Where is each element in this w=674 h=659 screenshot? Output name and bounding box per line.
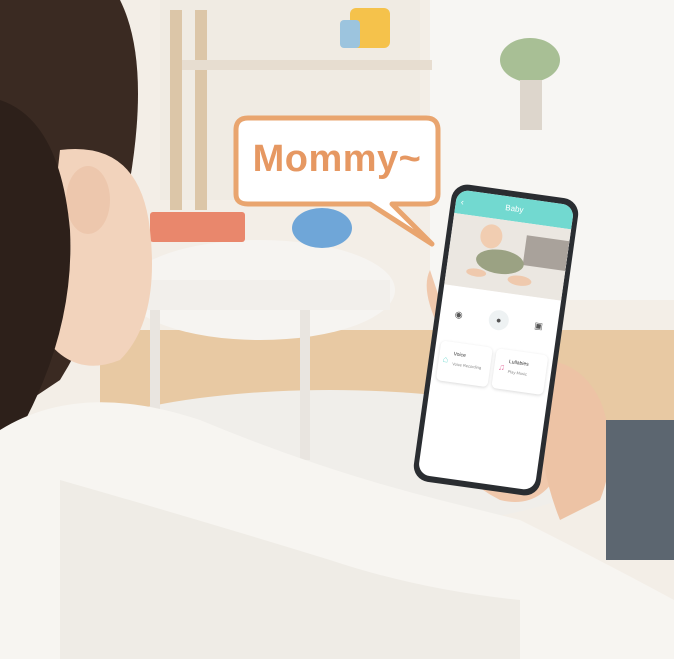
baby-image xyxy=(444,212,572,301)
voice-card-title: Voice xyxy=(453,351,467,359)
lullabies-card[interactable]: ♫ Lullabies Play Music xyxy=(491,348,549,396)
home-icon: ⌂ xyxy=(442,353,449,365)
video-icon[interactable]: ▣ xyxy=(531,318,547,334)
lullabies-card-title: Lullabies xyxy=(508,359,530,368)
camera-icon[interactable]: ◉ xyxy=(451,307,467,323)
voice-card-subtitle: Voice Recording xyxy=(451,361,482,371)
music-icon: ♫ xyxy=(497,361,506,373)
speech-bubble-text: Mommy~ xyxy=(252,138,422,180)
lullabies-card-subtitle: Play Music xyxy=(507,368,528,377)
voice-card[interactable]: ⌂ Voice Voice Recording xyxy=(435,340,493,388)
app-header-title: Baby xyxy=(504,203,525,215)
microphone-icon[interactable]: ● xyxy=(487,308,511,332)
camera-feed[interactable] xyxy=(444,212,572,301)
back-arrow-icon[interactable]: ‹ xyxy=(459,190,465,214)
background-room xyxy=(0,0,674,659)
photo-scene: Mommy~ ‹ Baby ◉ ● ▣ ⌂ Voice Voice Record… xyxy=(0,0,674,659)
